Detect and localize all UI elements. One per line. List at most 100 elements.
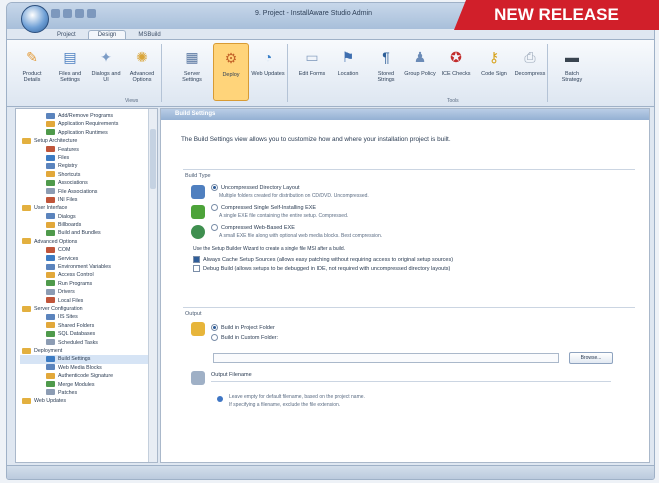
ribbon-button-files-and-settings[interactable]: ▤ Files and Settings	[53, 43, 87, 99]
radio-web-based[interactable]	[211, 224, 218, 231]
debug-build-check[interactable]: Debug Build (allows setups to be debugge…	[193, 265, 450, 272]
tree-item[interactable]: Environment Variables	[20, 263, 157, 271]
ribbon-button-advanced-options[interactable]: ✺ Advanced Options	[125, 43, 159, 99]
ribbon-button-web-updates[interactable]: ◔ Web Updates	[251, 43, 285, 99]
option-project-folder[interactable]: Build in Project Folder	[211, 324, 275, 331]
tree-item[interactable]: Merge Modules	[20, 381, 157, 389]
ribbon-button-location[interactable]: ⚑ Location	[331, 43, 365, 99]
tree-item[interactable]: Associations	[20, 179, 157, 187]
checkbox-cache[interactable]	[193, 256, 200, 263]
panel-header: Build Settings	[161, 109, 649, 120]
option-single-exe[interactable]: Compressed Single Self-Installing EXE	[211, 204, 316, 211]
tree-label: Add/Remove Programs	[58, 113, 114, 119]
tree-item-icon	[46, 288, 55, 295]
option-label: Build in Custom Folder:	[221, 334, 279, 341]
tree-group[interactable]: User Interface	[20, 204, 157, 212]
tree-item[interactable]: Build and Bundles	[20, 229, 157, 237]
filename-desc2: If specifying a filename, exclude the fi…	[229, 402, 341, 408]
ribbon-button-deploy[interactable]: ⚙ Deploy	[213, 43, 249, 101]
tree-label: File Associations	[58, 188, 98, 195]
tab-project[interactable]: Project	[47, 30, 86, 39]
ribbon-button-edit-forms[interactable]: ▭ Edit Forms	[295, 43, 329, 99]
scrollbar-thumb[interactable]	[150, 129, 156, 189]
tree-label: Files	[58, 154, 70, 161]
tree-group[interactable]: Advanced Options	[20, 238, 157, 246]
tree-item[interactable]: Services	[20, 255, 157, 263]
project-tree: Add/Remove Programs Application Requireme…	[15, 108, 158, 463]
ribbon-button-stored-strings[interactable]: ¶ Stored Strings	[369, 43, 403, 99]
tree-item[interactable]: Shortcuts	[20, 171, 157, 179]
ribbon-button-group-policy[interactable]: ♟ Group Policy	[403, 43, 437, 99]
ribbon-button-label: ICE Checks	[441, 71, 471, 77]
tree-item[interactable]: Shared Folders	[20, 322, 157, 330]
custom-folder-input[interactable]	[213, 353, 559, 363]
cache-sources-check[interactable]: Always Cache Setup Sources (allows easy …	[193, 256, 453, 263]
tree-item[interactable]: Run Programs	[20, 280, 157, 288]
files-icon: ▤	[63, 49, 77, 65]
undo-icon[interactable]	[63, 9, 72, 18]
radio-custom-folder[interactable]	[211, 334, 218, 341]
tree-item[interactable]: Access Control	[20, 271, 157, 279]
tree-item[interactable]: INI Files	[20, 196, 157, 204]
tree-group[interactable]: Deployment	[20, 347, 157, 355]
tree-item[interactable]: Build Settings	[20, 355, 157, 364]
ribbon-separator	[287, 44, 288, 102]
checkbox-debug[interactable]	[193, 265, 200, 272]
tree-item[interactable]: Scheduled Tasks	[20, 339, 157, 347]
tree-item[interactable]: Dialogs	[20, 213, 157, 221]
save-icon[interactable]	[51, 9, 60, 18]
ribbon-button-label: Group Policy	[404, 71, 436, 77]
tree-item[interactable]: Local Files	[20, 297, 157, 305]
tree-item-icon	[46, 263, 55, 270]
output-divider	[183, 307, 635, 308]
ribbon-button-ice-checks[interactable]: ✪ ICE Checks	[439, 43, 473, 99]
tree-item-icon	[46, 364, 55, 371]
strings-icon: ¶	[382, 49, 390, 65]
ribbon-button-label: Dialogs and UI	[91, 71, 121, 83]
tree-item[interactable]: Web Media Blocks	[20, 364, 157, 372]
tree-group[interactable]: Setup Architecture	[20, 137, 157, 145]
tree-item[interactable]: Application Requirements	[20, 120, 157, 128]
tree-group[interactable]: Server Configuration	[20, 305, 157, 313]
tree-item[interactable]: Application Runtimes	[20, 129, 157, 137]
application-menu-button[interactable]	[21, 5, 49, 33]
tree-item[interactable]: SQL Databases	[20, 330, 157, 338]
tree-scrollbar[interactable]	[148, 109, 157, 462]
option-web-based[interactable]: Compressed Web-Based EXE	[211, 224, 295, 231]
tab-msbuild[interactable]: MSBuild	[128, 30, 170, 39]
tree-item[interactable]: Authenticode Signature	[20, 372, 157, 380]
ribbon-button-batch-strategy[interactable]: ▬ Batch Strategy	[555, 43, 589, 99]
browse-button[interactable]: Browse...	[569, 352, 613, 364]
ribbon-button-server-settings[interactable]: ▦ Server Settings	[175, 43, 209, 99]
ribbon-button-dialogs-and-ui[interactable]: ✦ Dialogs and UI	[89, 43, 123, 99]
option-desc: A single EXE file containing the entire …	[219, 213, 349, 219]
tab-design[interactable]: Design	[87, 30, 127, 39]
tree-item[interactable]: Files	[20, 154, 157, 162]
option-uncompressed[interactable]: Uncompressed Directory Layout	[211, 184, 300, 191]
redo-icon[interactable]	[75, 9, 84, 18]
ribbon-button-code-sign[interactable]: ⚷ Code Sign	[477, 43, 511, 99]
tree-label: Associations	[58, 180, 88, 187]
tree-item[interactable]: COM	[20, 246, 157, 254]
tree-item[interactable]: Patches	[20, 389, 157, 397]
tree-item[interactable]: Add/Remove Programs	[20, 112, 157, 120]
tree-item[interactable]: Billboards	[20, 221, 157, 229]
filename-input[interactable]	[211, 381, 611, 382]
radio-single-exe[interactable]	[211, 204, 218, 211]
tree-item[interactable]: IIS Sites	[20, 313, 157, 321]
tree-item[interactable]: Features	[20, 146, 157, 154]
option-custom-folder[interactable]: Build in Custom Folder:	[211, 334, 278, 341]
radio-uncompressed[interactable]	[211, 184, 218, 191]
tree-item[interactable]: File Associations	[20, 188, 157, 196]
tree-group[interactable]: Web Updates	[20, 397, 157, 405]
filename-icon	[191, 371, 205, 385]
build-settings-panel: Build Settings The Build Settings view a…	[160, 108, 650, 463]
application-window: 9. Project - InstallAware Studio Admin P…	[6, 2, 655, 480]
ribbon-button-product-details[interactable]: ✎ Product Details	[15, 43, 49, 99]
tree-item[interactable]: Drivers	[20, 288, 157, 296]
ribbon-button-decompress[interactable]: ⎙ Decompress	[513, 43, 547, 99]
tree-item[interactable]: Registry	[20, 162, 157, 170]
radio-project-folder[interactable]	[211, 324, 218, 331]
customize-icon[interactable]	[87, 9, 96, 18]
server-icon: ▦	[185, 49, 199, 65]
